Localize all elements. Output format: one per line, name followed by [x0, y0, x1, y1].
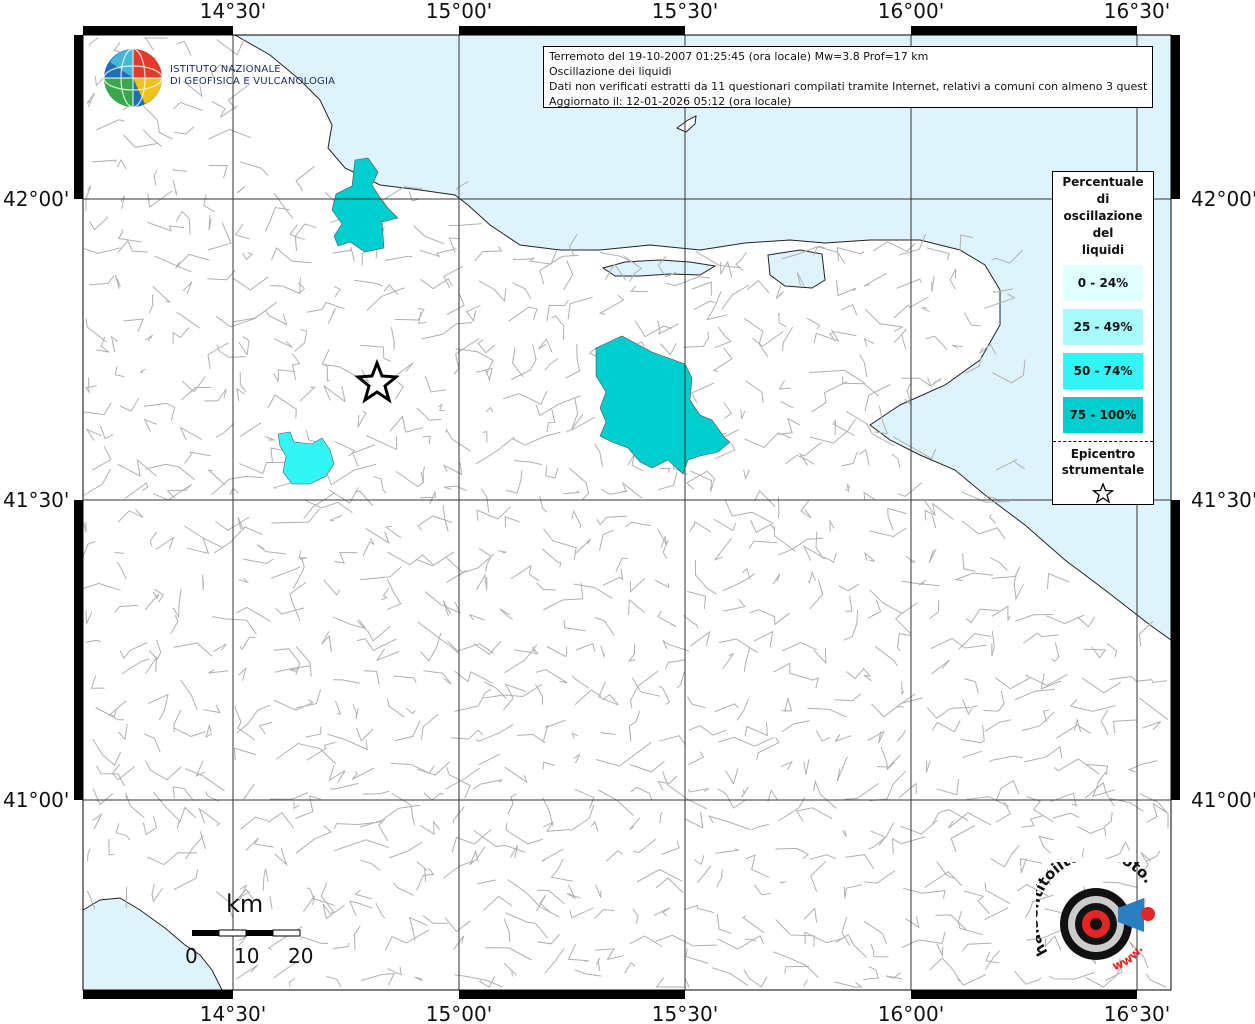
- event-title: Terremoto del 19-10-2007 01:25:45 (ora l…: [549, 50, 929, 63]
- legend-title: Percentuale di oscillazione del liquidi: [1053, 172, 1153, 259]
- tick-right-3: 41°00': [1191, 788, 1255, 812]
- tick-left-3: 41°00': [3, 788, 69, 812]
- scale-tick-0: 0: [185, 944, 198, 968]
- legend-divider: [1053, 441, 1153, 442]
- legend-title-line: oscillazione: [1063, 209, 1143, 223]
- haisentito-logo-icon[interactable]: haisentitoilterremoto.it www.: [1036, 862, 1166, 992]
- ingv-globe-icon: [103, 48, 163, 108]
- scale-tick-10: 10: [234, 944, 260, 968]
- legend-title-line: liquidi: [1081, 243, 1125, 257]
- tick-left-2: 41°30': [3, 488, 69, 512]
- tick-top-3: 15°30': [652, 0, 718, 23]
- scale-tick-20: 20: [288, 944, 314, 968]
- event-subtitle: Oscillazione dei liquidi: [549, 65, 672, 78]
- epicenter-legend-line: strumentale: [1061, 463, 1145, 477]
- tick-left-1: 42°00': [3, 187, 69, 211]
- tick-bottom-5: 16°30': [1104, 1002, 1170, 1024]
- ingv-line-2: DI GEOFISICA E VULCANOLOGIA: [170, 76, 336, 87]
- scale-bar: [192, 929, 301, 937]
- ingv-name: ISTITUTO NAZIONALE DI GEOFISICA E VULCAN…: [170, 64, 335, 88]
- legend-title-line: di: [1096, 192, 1110, 206]
- legend-class-25-49[interactable]: 25 - 49%: [1063, 309, 1143, 345]
- tick-top-2: 15°00': [426, 0, 492, 23]
- legend-title-line: del: [1092, 226, 1114, 240]
- event-info-box: Terremoto del 19-10-2007 01:25:45 (ora l…: [543, 46, 1153, 108]
- legend-class-50-74[interactable]: 50 - 74%: [1063, 353, 1143, 389]
- tick-top-5: 16°30': [1104, 0, 1170, 23]
- event-updated: Aggiornato il: 12-01-2026 05:12 (ora loc…: [549, 95, 792, 108]
- tick-bottom-4: 16°00': [878, 1002, 944, 1024]
- ingv-line-1: ISTITUTO NAZIONALE: [170, 64, 281, 75]
- event-description: Dati non verificati estratti da 11 quest…: [549, 80, 1147, 93]
- tick-top-1: 14°30': [200, 0, 266, 23]
- tick-bottom-3: 15°30': [652, 1002, 718, 1024]
- legend: Percentuale di oscillazione del liquidi …: [1052, 171, 1154, 505]
- scale-unit-label: km: [226, 890, 264, 918]
- municipal-border: [125, 886, 128, 909]
- tick-right-2: 41°30': [1191, 488, 1255, 512]
- legend-class-75-100[interactable]: 75 - 100%: [1063, 397, 1143, 433]
- epicenter-legend-label: Epicentro strumentale: [1053, 446, 1153, 478]
- tick-bottom-1: 14°30': [200, 1002, 266, 1024]
- legend-class-0-24[interactable]: 0 - 24%: [1063, 265, 1143, 301]
- star-icon: [1053, 482, 1153, 508]
- epicenter-legend-line: Epicentro: [1070, 447, 1136, 461]
- tick-bottom-2: 15°00': [426, 1002, 492, 1024]
- tick-top-4: 16°00': [878, 0, 944, 23]
- legend-title-line: Percentuale: [1062, 175, 1144, 189]
- tick-right-1: 42°00': [1191, 187, 1255, 211]
